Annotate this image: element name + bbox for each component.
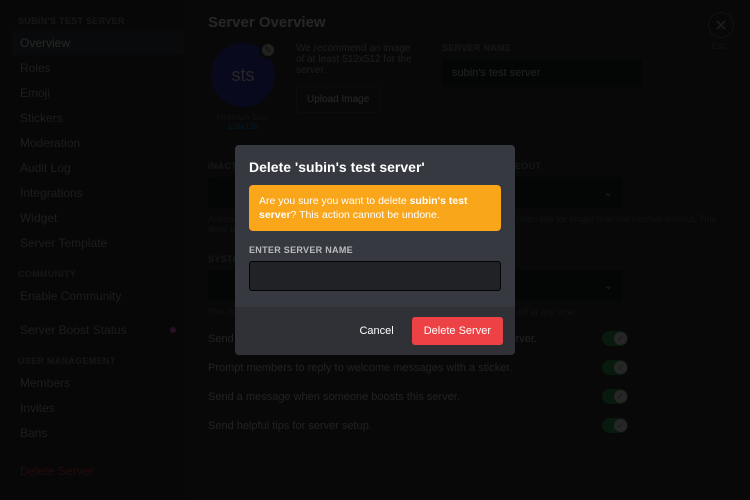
cancel-button[interactable]: Cancel: [347, 317, 405, 345]
modal-scrim[interactable]: Delete 'subin's test server' Are you sur…: [0, 0, 750, 500]
delete-server-button[interactable]: Delete Server: [412, 317, 503, 345]
delete-server-modal: Delete 'subin's test server' Are you sur…: [235, 145, 515, 355]
modal-input-label: ENTER SERVER NAME: [249, 245, 501, 255]
confirm-server-name-input[interactable]: [249, 261, 501, 291]
modal-title: Delete 'subin's test server': [249, 159, 501, 175]
modal-warning: Are you sure you want to delete subin's …: [249, 185, 501, 231]
